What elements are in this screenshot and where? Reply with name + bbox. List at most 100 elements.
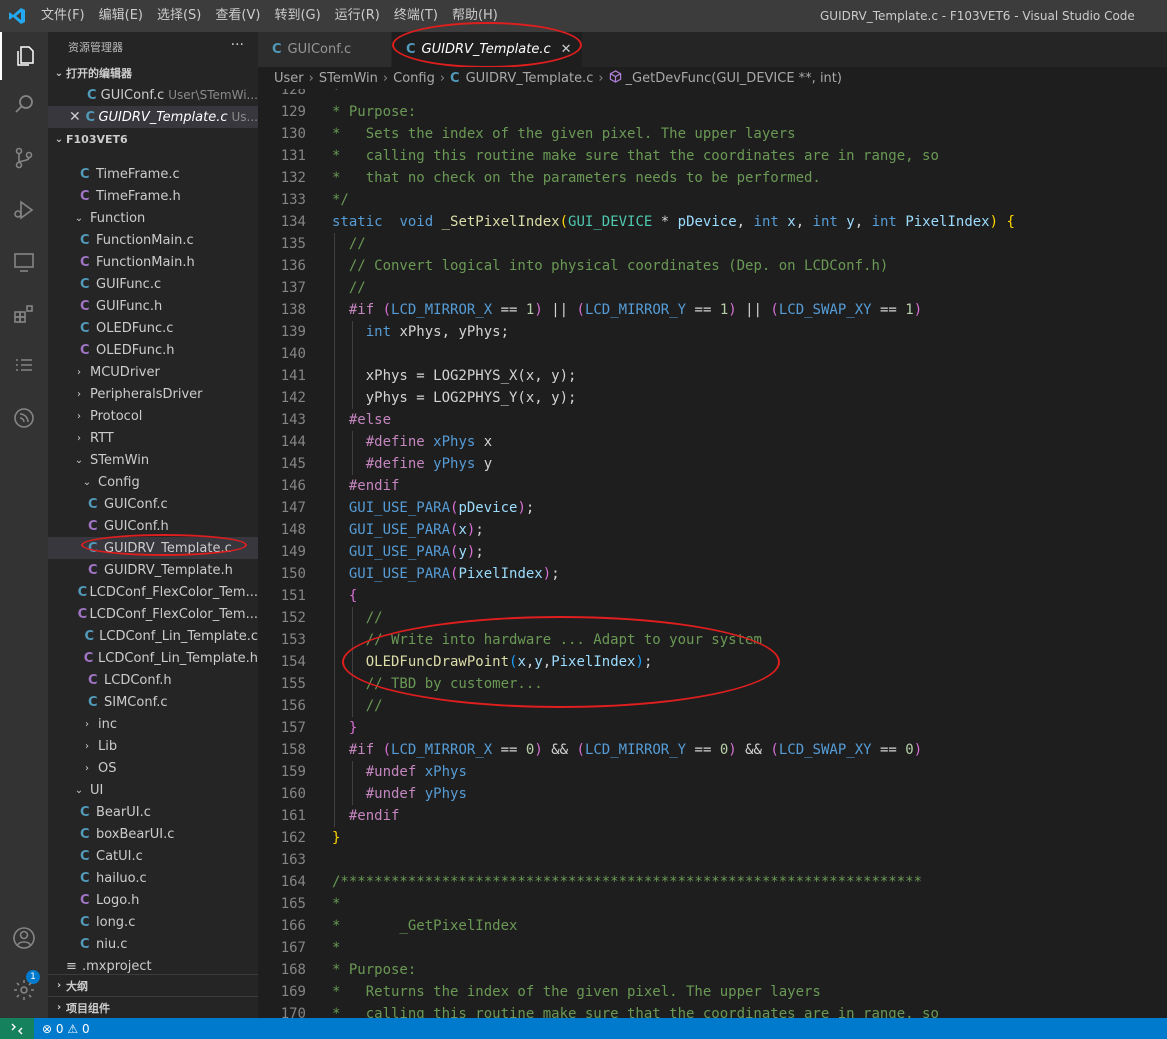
tree-item-label: OS <box>98 760 117 776</box>
menu-item[interactable]: 转到(G) <box>267 0 327 32</box>
line-number: 130 <box>280 126 306 142</box>
file-item[interactable]: C FunctionMain.h <box>48 251 258 273</box>
breadcrumb-item[interactable]: _GetDevFunc(GUI_DEVICE **, int) <box>626 71 842 86</box>
tab-guiconf[interactable]: C GUIConf.c <box>258 32 392 67</box>
code-line: /***************************************… <box>332 874 923 890</box>
file-item[interactable]: Chailuo.c <box>48 867 258 889</box>
file-item[interactable]: C CatUI.c <box>48 845 258 867</box>
status-bar: ⊗ 0 ⚠ 0 <box>0 1018 1167 1039</box>
breadcrumb-item[interactable]: Config <box>393 71 435 86</box>
line-number: 136 <box>280 258 306 274</box>
menu-item[interactable]: 查看(V) <box>208 0 267 32</box>
project-components-section[interactable]: › 项目组件 <box>48 996 258 1018</box>
window-title: GUIDRV_Template.c - F103VET6 - Visual St… <box>820 9 1135 23</box>
activity-bar: 1 <box>0 32 48 1018</box>
code-line: * <box>332 89 341 98</box>
file-item[interactable]: C LCDConf_Lin_Template.c <box>48 625 258 647</box>
tasks-icon[interactable] <box>0 342 48 390</box>
settings-gear-icon[interactable] <box>0 966 48 1014</box>
file-item[interactable]: C Logo.h <box>48 889 258 911</box>
file-item[interactable]: C GUIDRV_Template.h <box>48 559 258 581</box>
line-number: 128 <box>280 89 306 98</box>
chevron-right-icon: › <box>77 410 81 422</box>
line-number: 133 <box>280 192 306 208</box>
folder-item[interactable]: › PeripheralsDriver <box>48 383 258 405</box>
menu-item[interactable]: 文件(F) <box>34 0 92 32</box>
tree-item-label: LCDConf_FlexColor_Tem... <box>89 606 258 622</box>
menu-item[interactable]: 选择(S) <box>150 0 208 32</box>
file-item[interactable]: C LCDConf.h <box>48 669 258 691</box>
espressif-icon[interactable] <box>0 394 48 442</box>
open-editor-item-active[interactable]: ✕ C GUIDRV_Template.c Us... <box>48 106 258 128</box>
run-debug-icon[interactable] <box>0 186 48 234</box>
account-icon[interactable] <box>0 914 48 962</box>
open-editors-section[interactable]: ⌄ 打开的编辑器 <box>48 62 258 84</box>
file-item[interactable]: C BearUI.c <box>48 801 258 823</box>
folder-item[interactable]: › Protocol <box>48 405 258 427</box>
file-item[interactable]: Clong.c <box>48 911 258 933</box>
file-item[interactable]: ≡ .mxproject <box>48 955 258 974</box>
file-item[interactable]: C GUIConf.c <box>48 493 258 515</box>
tree-item-label: Protocol <box>90 408 143 424</box>
file-item[interactable]: Cniu.c <box>48 933 258 955</box>
folder-item[interactable]: › MCUDriver <box>48 361 258 383</box>
file-item[interactable]: C LCDConf_FlexColor_Tem... <box>48 603 258 625</box>
file-item[interactable]: C FunctionMain.c <box>48 229 258 251</box>
file-item[interactable]: C TimeFrame.h <box>48 185 258 207</box>
line-number: 160 <box>280 786 306 802</box>
line-number: 141 <box>280 368 306 384</box>
remote-icon[interactable] <box>0 1018 34 1039</box>
chevron-right-icon: › <box>77 388 81 400</box>
folder-item[interactable]: ⌄ Config <box>48 471 258 493</box>
file-item[interactable]: C GUIFunc.h <box>48 295 258 317</box>
warning-count: 0 <box>81 1021 90 1036</box>
line-number: 129 <box>280 104 306 120</box>
folder-item[interactable]: › OS <box>48 757 258 779</box>
breadcrumb-item[interactable]: GUIDRV_Template.c <box>466 71 594 86</box>
file-item[interactable]: C OLEDFunc.h <box>48 339 258 361</box>
method-icon <box>609 69 622 87</box>
menu-item[interactable]: 编辑(E) <box>92 0 150 32</box>
menu-item[interactable]: 运行(R) <box>328 0 387 32</box>
file-item[interactable]: C SIMConf.c <box>48 691 258 713</box>
search-icon[interactable] <box>0 80 48 128</box>
breadcrumb-item[interactable]: User <box>274 71 304 86</box>
annotation-circle <box>81 534 247 556</box>
folder-item[interactable]: ⌄ STemWin <box>48 449 258 471</box>
folder-item[interactable]: › Lib <box>48 735 258 757</box>
remote-explorer-icon[interactable] <box>0 238 48 286</box>
open-editor-name: GUIConf.c <box>100 87 165 103</box>
annotation-circle <box>342 616 780 708</box>
folder-item[interactable]: › inc <box>48 713 258 735</box>
close-icon[interactable]: ✕ <box>69 109 81 125</box>
open-editor-item[interactable]: C GUIConf.c User\STemWi... <box>48 84 258 106</box>
outline-section[interactable]: › 大纲 <box>48 974 258 996</box>
breadcrumb-item[interactable]: STemWin <box>319 71 378 86</box>
open-editor-name: GUIDRV_Template.c <box>98 109 228 125</box>
file-item[interactable]: C GUIFunc.c <box>48 273 258 295</box>
file-item[interactable]: C LCDConf_FlexColor_Tem... <box>48 581 258 603</box>
line-number: 138 <box>280 302 306 318</box>
source-control-icon[interactable] <box>0 134 48 182</box>
file-item[interactable]: CboxBearUI.c <box>48 823 258 845</box>
line-number: 146 <box>280 478 306 494</box>
file-item[interactable]: C LCDConf_Lin_Template.h <box>48 647 258 669</box>
folder-item[interactable]: › RTT <box>48 427 258 449</box>
code-editor[interactable]: 128 * 129 * Purpose: 130 * Sets the index of … <box>258 89 1167 1018</box>
extensions-icon[interactable] <box>0 290 48 338</box>
folder-item[interactable]: ⌄ UI <box>48 779 258 801</box>
code-line: // <box>365 698 383 714</box>
header-file-icon: C <box>80 254 90 270</box>
tree-item-label: CatUI.c <box>96 848 143 864</box>
explorer-icon[interactable] <box>0 32 48 80</box>
header-file-icon: C <box>80 892 90 908</box>
file-item[interactable]: C TimeFrame.c <box>48 163 258 185</box>
folder-item[interactable]: ⌄ Function <box>48 207 258 229</box>
problems-indicator[interactable]: ⊗ 0 ⚠ 0 <box>42 1022 90 1036</box>
c-file-icon: C <box>80 914 90 930</box>
file-item[interactable]: C OLEDFunc.c <box>48 317 258 339</box>
project-section[interactable]: ⌄ F103VET6 <box>48 128 258 150</box>
error-count: 0 <box>55 1021 64 1036</box>
more-actions-icon[interactable]: ··· <box>231 37 244 53</box>
c-file-icon: C <box>80 166 90 182</box>
